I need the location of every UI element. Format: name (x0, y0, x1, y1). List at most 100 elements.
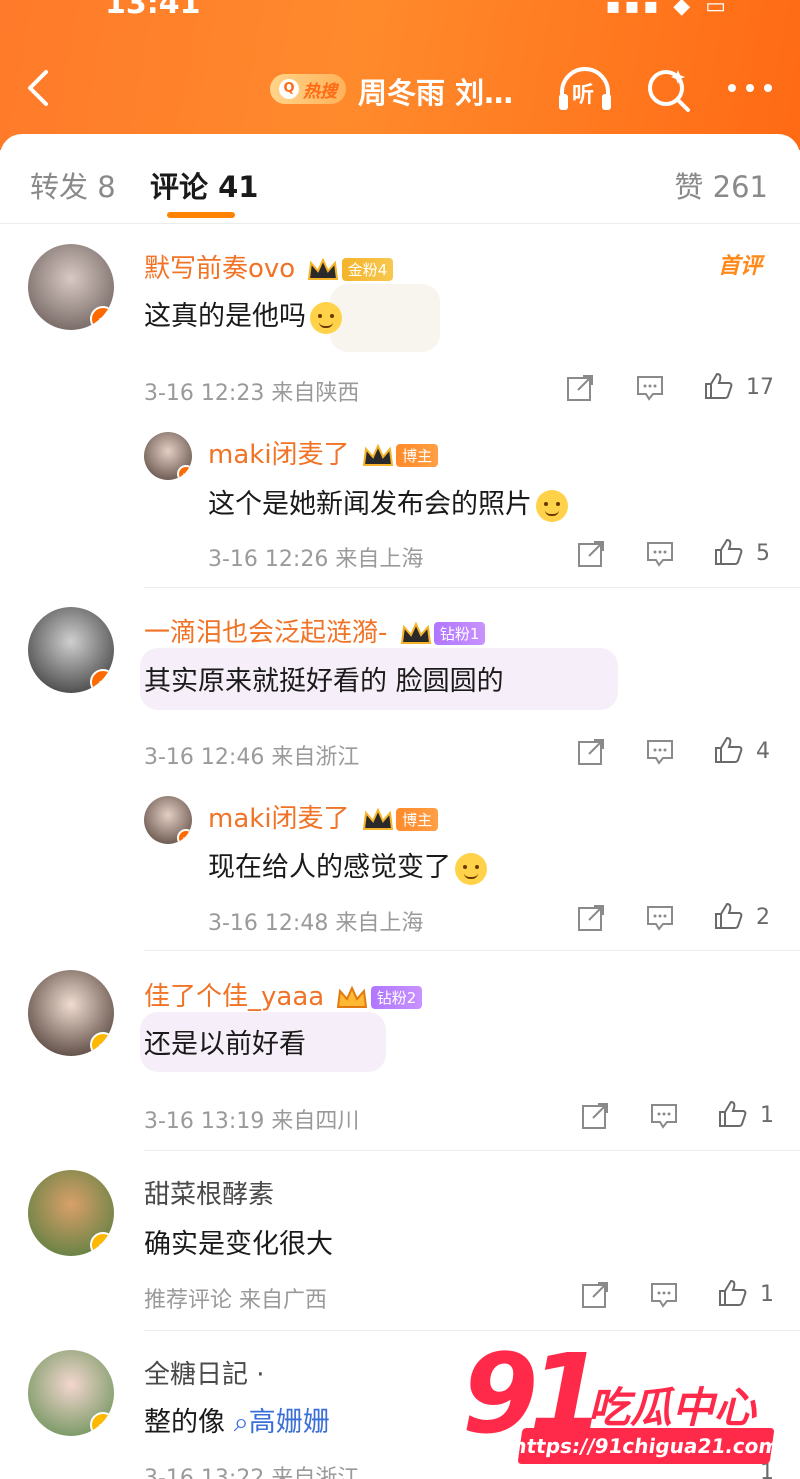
avatar[interactable] (144, 432, 192, 480)
fan-tag: 钻粉1 (433, 622, 486, 645)
watermark-url: https://91chigua21.com (511, 1428, 781, 1464)
like-icon[interactable] (717, 1099, 747, 1129)
crown-icon (308, 257, 339, 280)
like-count: 1 (760, 1103, 774, 1128)
reply-location: 来自上海 (335, 911, 424, 936)
reply-text-content: 现在给人的感觉变了 (208, 852, 451, 883)
comment-location: 来自四川 (271, 1109, 360, 1134)
like-icon[interactable] (717, 1278, 747, 1308)
tab-bar: 转发 8 评论 41 赞 261 (0, 134, 800, 224)
verified-icon (90, 1232, 114, 1256)
comment-icon[interactable] (645, 737, 675, 767)
page-title[interactable]: 周冬雨 刘… (358, 70, 513, 112)
hashtag-search-icon: ⌕ (233, 1407, 249, 1438)
status-indicators: ▪▪▪ ◆ ▭ (605, 0, 730, 19)
avatar[interactable] (144, 796, 192, 844)
fan-tag: 金粉4 (341, 258, 394, 281)
hot-search-label: 热搜 (303, 81, 337, 102)
verified-icon (177, 829, 192, 844)
comment-icon[interactable] (649, 1101, 679, 1131)
comment-bubble (330, 284, 440, 352)
crown-icon (362, 443, 393, 466)
share-icon[interactable] (576, 539, 606, 569)
hot-search-badge[interactable]: Q 热搜 (270, 74, 346, 104)
comment-icon[interactable] (649, 1280, 679, 1310)
comment-username[interactable]: 佳了个佳_yaaa 钻粉2 (144, 976, 423, 1013)
verified-icon (90, 669, 114, 693)
username-text: 甜菜根酵素 (144, 1180, 275, 1210)
comment-icon[interactable] (645, 903, 675, 933)
search-icon: Q (279, 79, 299, 99)
comment-location: 来自浙江 (271, 745, 360, 770)
username-text: 一滴泪也会泛起涟漪- (144, 618, 388, 648)
emoji-icon (455, 852, 487, 885)
fan-tag: 博主 (396, 444, 439, 467)
comment-time: 3-16 12:23 (144, 381, 265, 406)
fan-tag: 钻粉2 (370, 986, 423, 1009)
username-text: 佳了个佳_yaaa (144, 982, 325, 1012)
username-text: maki闭麦了 (208, 804, 350, 834)
back-arrow-icon[interactable] (22, 68, 62, 108)
avatar[interactable] (28, 1170, 114, 1256)
crown-icon (337, 985, 368, 1008)
comment-meta: 3-16 13:19 来自四川 (144, 1103, 359, 1135)
reply-username[interactable]: maki闭麦了 博主 (208, 434, 439, 471)
verified-icon (177, 465, 192, 480)
username-text: 全糖日記 · (144, 1360, 265, 1390)
comment-meta: 推荐评论 来自广西 (144, 1282, 327, 1314)
like-count: 5 (756, 541, 770, 566)
more-dots-icon[interactable] (726, 76, 774, 100)
share-icon[interactable] (580, 1280, 610, 1310)
reply-username[interactable]: maki闭麦了 博主 (208, 798, 439, 835)
like-icon[interactable] (703, 371, 733, 401)
comment-username[interactable]: 默写前奏ovo 金粉4 (144, 248, 394, 285)
comment-username[interactable]: 甜菜根酵素 (144, 1174, 274, 1211)
hashtag-text: 高姗姗 (248, 1407, 330, 1438)
reply-text: 这个是她新闻发布会的照片 (208, 482, 568, 522)
crown-icon (362, 807, 393, 830)
comment-time: 3-16 12:46 (144, 745, 265, 770)
username-text: maki闭麦了 (208, 440, 350, 470)
comment-icon[interactable] (645, 539, 675, 569)
comment-location: 来自陕西 (271, 381, 360, 406)
reply-meta: 3-16 12:48 来自上海 (208, 905, 423, 937)
comment-username[interactable]: 一滴泪也会泛起涟漪- 钻粉1 (144, 612, 486, 649)
like-icon[interactable] (713, 901, 743, 931)
share-icon[interactable] (580, 1101, 610, 1131)
share-icon[interactable] (576, 903, 606, 933)
tab-comments[interactable]: 评论 41 (150, 164, 258, 206)
share-icon[interactable] (576, 737, 606, 767)
like-count: 4 (756, 739, 770, 764)
like-count: 17 (746, 375, 774, 400)
avatar[interactable] (28, 607, 114, 693)
reply-text-content: 这个是她新闻发布会的照片 (208, 489, 532, 520)
comment-text: 确实是变化很大 (144, 1222, 333, 1261)
crown-icon (400, 621, 431, 644)
comment-location: 来自广西 (239, 1288, 328, 1313)
comment-username[interactable]: 全糖日記 · (144, 1354, 265, 1391)
comment-location: 来自浙江 (271, 1466, 360, 1479)
comment-text: 这真的是他吗 (144, 294, 342, 334)
verified-icon (90, 1412, 114, 1436)
comment-meta: 3-16 12:46 来自浙江 (144, 739, 359, 771)
hashtag-link[interactable]: ⌕高姗姗 (234, 1407, 330, 1438)
like-icon[interactable] (713, 537, 743, 567)
reply-time: 3-16 12:26 (208, 547, 329, 572)
share-icon[interactable] (565, 373, 595, 403)
top-bar: 13:41 ▪▪▪ ◆ ▭ Q 热搜 周冬雨 刘… 听 (0, 0, 800, 150)
avatar[interactable] (28, 970, 114, 1056)
divider (144, 950, 800, 951)
avatar[interactable] (28, 1350, 114, 1436)
comment-icon[interactable] (635, 373, 665, 403)
fan-tag: 博主 (396, 808, 439, 831)
verified-icon (90, 1032, 114, 1056)
search-sparkle-icon[interactable] (644, 64, 694, 114)
tab-likes[interactable]: 赞 261 (674, 164, 768, 206)
comment-time: 3-16 13:22 (144, 1466, 265, 1479)
avatar[interactable] (28, 244, 114, 330)
comment-time: 3-16 13:19 (144, 1109, 265, 1134)
like-icon[interactable] (713, 735, 743, 765)
reply-text: 现在给人的感觉变了 (208, 845, 487, 885)
tab-repost[interactable]: 转发 8 (30, 164, 116, 206)
status-time: 13:41 (105, 0, 201, 21)
